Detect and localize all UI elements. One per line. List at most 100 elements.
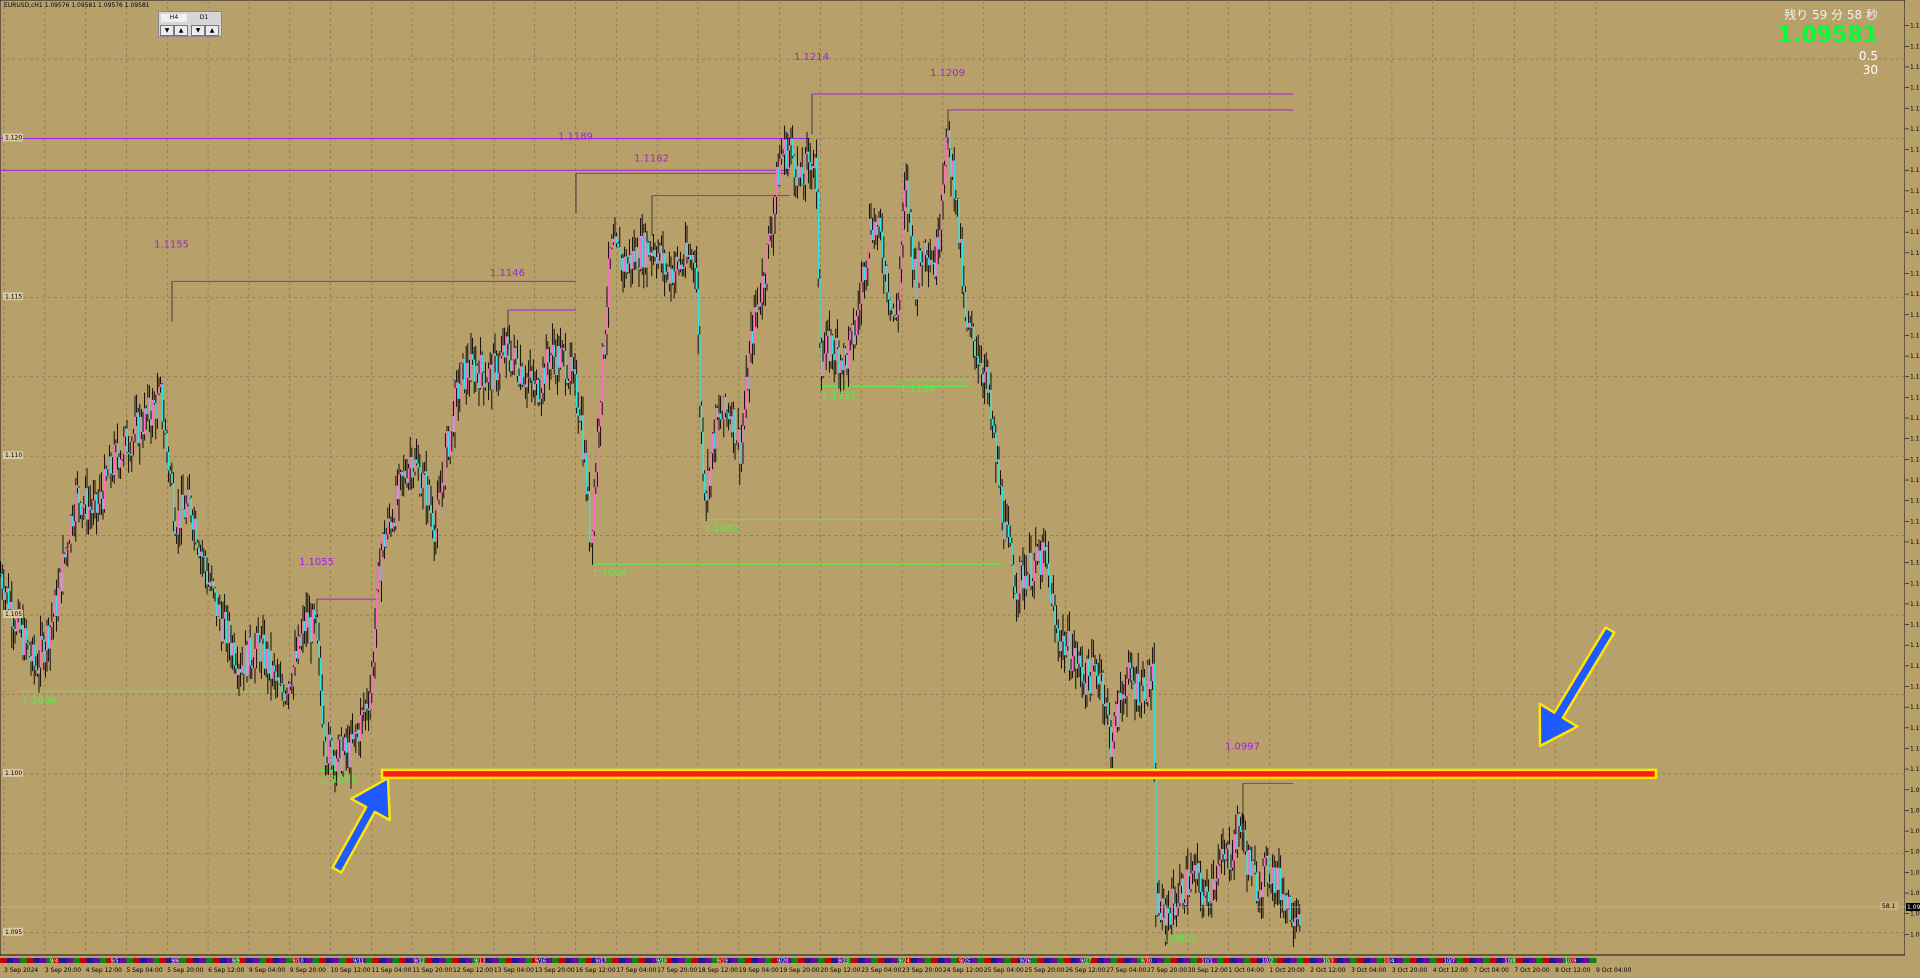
scroll-down-button-2[interactable]: ▼ (191, 25, 205, 36)
bear-candle (563, 347, 565, 351)
bull-candle (1248, 849, 1250, 875)
day-stripe-segment (119, 958, 127, 963)
time-tick-label: 25 Sep 04:00 (984, 967, 1024, 974)
bear-candle (566, 379, 568, 383)
day-stripe-segment (864, 958, 872, 963)
bull-candle (1211, 878, 1213, 904)
bull-candle (984, 371, 986, 383)
bull-candle (497, 372, 499, 381)
bear-candle (1198, 863, 1200, 873)
swing-low-label: 1.1082 (704, 524, 739, 535)
bear-candle (888, 292, 890, 300)
day-stripe-segment (99, 958, 107, 963)
bear-candle (1246, 851, 1248, 875)
day-stripe-segment (1409, 958, 1417, 963)
left-price-label: 1.110 (5, 452, 22, 459)
bull-candle (144, 408, 146, 435)
bull-candle (49, 627, 51, 649)
bull-candle (94, 494, 96, 501)
scroll-up-button[interactable]: ▲ (174, 25, 188, 36)
bear-candle (1107, 702, 1109, 715)
day-stripe-segment (944, 958, 952, 963)
bull-candle (830, 335, 832, 362)
bear-candle (507, 336, 509, 344)
bear-candle (171, 473, 173, 483)
bull-candle (435, 528, 437, 542)
bear-candle (1289, 896, 1291, 920)
scroll-up-button-2[interactable]: ▲ (205, 25, 219, 36)
day-stripe-segment (691, 958, 699, 963)
bull-candle (606, 307, 608, 335)
day-stripe-segment (385, 958, 393, 963)
bull-candle (409, 456, 411, 469)
bull-candle (256, 632, 258, 649)
axis-tick-label: 1.11315 (1910, 353, 1920, 360)
day-stripe-segment (764, 958, 772, 963)
bear-candle (310, 617, 312, 642)
candlesticks (0, 121, 1301, 948)
time-tick-label: 27 Sep 20:00 (1147, 967, 1187, 974)
bull-candle (51, 621, 53, 628)
bull-candle (414, 459, 416, 472)
time-tick-label: 23 Sep 04:00 (861, 967, 901, 974)
day-stripe-segment (977, 958, 985, 963)
price-chart[interactable]: 1.1214 1.1209 1.1189 1.1182 1.1155 1.1146 1.10… (0, 0, 1920, 978)
tab-d1[interactable]: D1 (191, 14, 217, 22)
arrow-shape (1538, 626, 1616, 748)
bull-candle (848, 340, 850, 369)
swing-high-label: 1.1055 (299, 557, 334, 568)
bull-candle (729, 416, 731, 420)
bull-candle (940, 200, 943, 230)
bull-candle (750, 331, 752, 354)
day-stripe-segment (1283, 958, 1291, 963)
bull-candle (44, 650, 47, 663)
swing-high-label: 1.1214 (794, 52, 829, 63)
bear-candle (792, 138, 794, 157)
time-tick-label: 12 Sep 12:00 (453, 967, 493, 974)
day-stripe-segment (618, 958, 626, 963)
bear-candle (417, 463, 419, 468)
bear-candle (531, 370, 533, 381)
day-stripe-segment (877, 958, 885, 963)
bear-candle (728, 412, 730, 420)
bull-candle (1270, 883, 1272, 885)
bear-candle (126, 428, 128, 453)
day-stripe-segment (219, 958, 227, 963)
swing-low-label: 1.1121 (822, 390, 857, 401)
bear-candle (363, 710, 365, 712)
day-stripe-label: 10/9 (1565, 959, 1576, 965)
day-stripe-segment (365, 958, 373, 963)
day-stripe-segment (950, 958, 959, 963)
bear-candle (1080, 655, 1082, 667)
axis-tick-label: 1.10795 (1910, 518, 1920, 525)
time-tick-label: 25 Sep 20:00 (1025, 967, 1065, 974)
day-stripe-segment (1429, 958, 1437, 963)
bull-candle (454, 388, 456, 433)
bear-candle (998, 459, 1000, 486)
axis-tick-label: 1.10730 (1910, 539, 1920, 546)
bear-candle (150, 419, 152, 426)
bear-candle (76, 485, 79, 488)
bear-candle (496, 355, 498, 381)
time-tick-label: 2 Oct 12:00 (1310, 967, 1345, 974)
bear-candle (564, 350, 567, 380)
bear-candle (660, 245, 663, 264)
bull-candle (132, 433, 135, 442)
bull-candle (217, 604, 219, 617)
bull-candle (652, 250, 655, 256)
bear-candle (1000, 485, 1002, 487)
left-price-label: 1.095 (5, 929, 22, 936)
bear-candle (448, 431, 450, 457)
day-stripe-segment (1522, 958, 1530, 963)
tab-h4[interactable]: H4 (161, 14, 187, 22)
bull-candle (4, 592, 7, 600)
bear-candle (1070, 669, 1072, 671)
bull-candle (904, 190, 906, 212)
bull-candle (1180, 878, 1183, 887)
bear-candle (588, 491, 591, 542)
bull-candle (276, 677, 279, 681)
day-stripe-label: 9/24 (898, 959, 909, 965)
scroll-down-button[interactable]: ▼ (160, 25, 174, 36)
bear-candle (48, 625, 50, 649)
bull-candle (804, 153, 807, 185)
